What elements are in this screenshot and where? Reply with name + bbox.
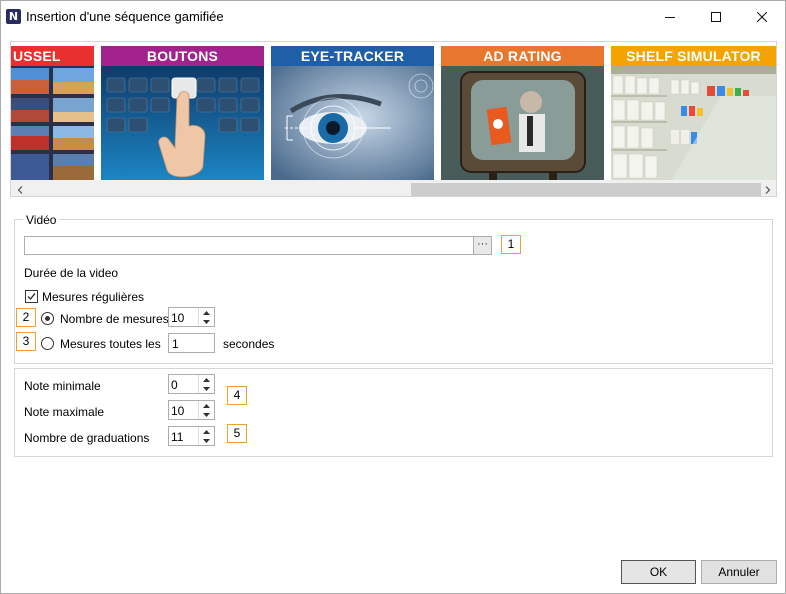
interval-value[interactable]: 1 <box>172 337 179 351</box>
maximize-icon <box>711 11 721 22</box>
min-rating-stepper[interactable]: 0 <box>168 374 215 394</box>
chevron-right-icon <box>765 185 770 194</box>
min-rating-value[interactable]: 0 <box>171 378 178 392</box>
min-rating-decrement-button[interactable] <box>199 384 214 393</box>
chevron-left-icon <box>17 185 22 194</box>
close-icon <box>757 11 767 22</box>
interval-label[interactable]: Mesures toutes les <box>60 337 161 351</box>
thumb-boutons[interactable]: BOUTONS <box>101 46 264 181</box>
thumb-shelf-simulator-image <box>611 66 776 181</box>
steps-value[interactable]: 11 <box>171 430 183 444</box>
thumb-ad-rating[interactable]: AD RATING <box>441 46 604 181</box>
count-decrement-button[interactable] <box>199 317 214 326</box>
thumb-shelf-simulator-label: SHELF SIMULATOR <box>611 46 776 66</box>
carousel-scrollbar[interactable] <box>11 180 776 196</box>
dialog-window: N Insertion d'une séquence gamifiée USSE… <box>0 0 786 594</box>
chevron-up-icon <box>203 377 210 382</box>
thumb-boutons-label: BOUTONS <box>101 46 264 66</box>
minimize-button[interactable] <box>647 1 693 32</box>
app-icon: N <box>6 9 21 24</box>
interval-unit-label: secondes <box>223 337 275 351</box>
max-rating-label: Note maximale <box>24 405 105 419</box>
count-value[interactable]: 10 <box>171 311 184 325</box>
chevron-down-icon <box>203 438 210 443</box>
thumb-boutons-image <box>101 66 264 181</box>
thumb-ad-rating-label: AD RATING <box>441 46 604 66</box>
thumb-carousel-image <box>11 66 94 181</box>
chevron-up-icon <box>203 429 210 434</box>
interval-input[interactable]: 1 <box>168 333 215 353</box>
thumb-carousel[interactable]: USSEL <box>11 46 94 181</box>
checkmark-icon <box>27 293 36 301</box>
title-bar: N Insertion d'une séquence gamifiée <box>1 1 785 32</box>
callout-2: 2 <box>16 308 36 327</box>
max-rating-increment-button[interactable] <box>199 401 214 410</box>
count-stepper-buttons <box>198 308 214 326</box>
max-rating-value[interactable]: 10 <box>171 404 184 418</box>
minimize-icon <box>665 16 675 18</box>
chevron-down-icon <box>203 412 210 417</box>
min-rating-increment-button[interactable] <box>199 375 214 384</box>
scroll-left-button[interactable] <box>11 181 28 196</box>
video-group-legend: Vidéo <box>23 213 60 227</box>
callout-5: 5 <box>227 424 247 443</box>
scroll-right-button[interactable] <box>759 181 776 196</box>
thumb-shelf-simulator[interactable]: SHELF SIMULATOR <box>611 46 776 181</box>
count-radio[interactable] <box>41 312 54 325</box>
thumb-ad-rating-image <box>441 66 604 181</box>
steps-decrement-button[interactable] <box>199 436 214 445</box>
steps-increment-button[interactable] <box>199 427 214 436</box>
max-rating-stepper-buttons <box>198 401 214 419</box>
regular-measures-checkbox[interactable] <box>25 290 38 303</box>
cancel-button[interactable]: Annuler <box>701 560 777 584</box>
scroll-thumb[interactable] <box>411 183 761 196</box>
thumb-eye-tracker-image <box>271 66 434 181</box>
max-rating-decrement-button[interactable] <box>199 410 214 419</box>
chevron-up-icon <box>203 403 210 408</box>
steps-stepper-buttons <box>198 427 214 445</box>
count-increment-button[interactable] <box>199 308 214 317</box>
steps-label: Nombre de graduations <box>24 431 150 445</box>
callout-4: 4 <box>227 386 247 405</box>
count-stepper[interactable]: 10 <box>168 307 215 327</box>
video-path-input[interactable] <box>24 236 474 255</box>
maximize-button[interactable] <box>693 1 739 32</box>
regular-measures-label[interactable]: Mesures régulières <box>42 290 144 304</box>
window-title: Insertion d'une séquence gamifiée <box>26 9 224 24</box>
min-rating-label: Note minimale <box>24 379 101 393</box>
chevron-up-icon <box>203 310 210 315</box>
thumb-eye-tracker[interactable]: EYE-TRACKER <box>271 46 434 181</box>
chevron-down-icon <box>203 319 210 324</box>
chevron-down-icon <box>203 386 210 391</box>
ok-button[interactable]: OK <box>621 560 696 584</box>
min-rating-stepper-buttons <box>198 375 214 393</box>
thumb-carousel-label: USSEL <box>11 46 94 66</box>
count-label[interactable]: Nombre de mesures <box>60 312 169 326</box>
sequence-carousel: USSEL BOUTONS EYE-TRACKER AD RATING SHEL… <box>10 41 777 197</box>
steps-stepper[interactable]: 11 <box>168 426 215 446</box>
video-duration-label: Durée de la video <box>24 266 119 280</box>
browse-button[interactable]: ··· <box>473 236 492 255</box>
close-button[interactable] <box>739 1 785 32</box>
thumb-eye-tracker-label: EYE-TRACKER <box>271 46 434 66</box>
callout-3: 3 <box>16 332 36 351</box>
max-rating-stepper[interactable]: 10 <box>168 400 215 420</box>
callout-1: 1 <box>501 235 521 254</box>
scroll-track[interactable] <box>28 183 761 196</box>
interval-radio[interactable] <box>41 337 54 350</box>
